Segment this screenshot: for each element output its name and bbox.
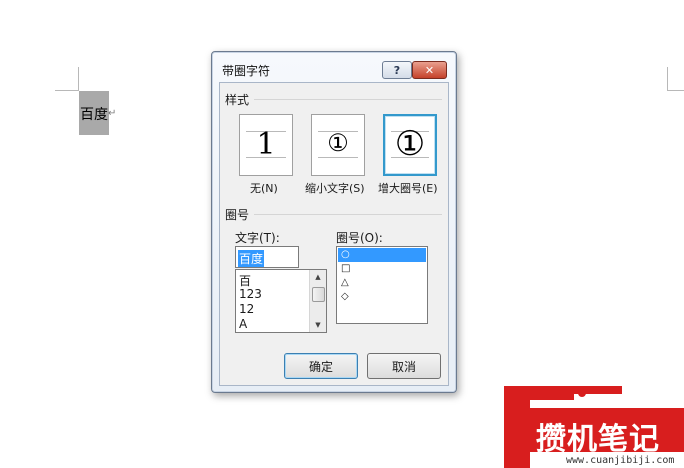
document-selected-text[interactable]: 百度: [80, 104, 108, 124]
ok-button-label: 确定: [308, 359, 333, 374]
paragraph-mark: ↵: [108, 108, 117, 119]
close-icon: ✕: [424, 63, 435, 77]
page-corner-mark-left-vertical: [78, 67, 79, 91]
text-input-value: 百度: [238, 250, 265, 267]
style-option-none[interactable]: 1: [239, 114, 293, 176]
style-guide-bottom: [318, 157, 358, 158]
page-corner-mark-right-horizontal: [667, 90, 684, 91]
ok-button[interactable]: 确定: [284, 353, 358, 379]
style-glyph-shrink: ①: [327, 129, 349, 157]
style-option-enlarge-circle[interactable]: ①: [383, 114, 437, 176]
style-option-shrink-text[interactable]: ①: [311, 114, 365, 176]
watermark-brand-text: 攒机笔记: [536, 422, 660, 457]
text-list-item[interactable]: A: [239, 317, 247, 331]
help-button[interactable]: ?: [382, 61, 412, 79]
watermark-url-text: www.cuanjibiji.com: [566, 455, 675, 466]
circle-group-divider: [254, 214, 442, 215]
help-icon: ?: [393, 63, 401, 77]
style-group-divider: [254, 99, 442, 100]
text-list-item[interactable]: 123: [239, 287, 262, 301]
circle-group-label: 圈号: [225, 208, 250, 222]
scroll-down-arrow-icon[interactable]: ▼: [310, 318, 326, 332]
style-caption-none[interactable]: 无(N): [250, 180, 278, 196]
style-caption-enlarge-circle[interactable]: 增大圈号(E): [378, 180, 438, 196]
shape-list-item-selected[interactable]: ○: [338, 248, 426, 262]
text-field-label: 文字(T):: [235, 231, 280, 245]
cancel-button-label: 取消: [391, 359, 416, 374]
style-caption-shrink-text[interactable]: 缩小文字(S): [305, 180, 365, 196]
cancel-button[interactable]: 取消: [367, 353, 441, 379]
text-list-item[interactable]: 12: [239, 302, 254, 316]
shape-list-item[interactable]: ◇: [338, 290, 426, 304]
shape-list-item[interactable]: □: [338, 262, 426, 276]
enclose-characters-dialog: 带圈字符 ? ✕ 样式 1 ① ① 无(N) 缩小文字(S) 增大圈号(E) 圈…: [211, 51, 457, 393]
shape-list-item[interactable]: △: [338, 276, 426, 290]
shape-list-label: 圈号(O):: [336, 231, 383, 245]
dialog-title: 带圈字符: [222, 64, 271, 78]
text-list-scrollbar[interactable]: ▲ ▼: [309, 270, 326, 332]
scroll-up-arrow-icon[interactable]: ▲: [310, 270, 326, 284]
page-corner-mark-right-vertical: [667, 67, 668, 91]
close-button[interactable]: ✕: [412, 61, 447, 79]
style-glyph-none: 1: [256, 127, 276, 162]
text-listbox[interactable]: 百 123 12 A ▲ ▼: [235, 269, 327, 333]
shape-listbox[interactable]: ○ □ △ ◇: [336, 246, 428, 324]
dialog-titlebar[interactable]: 带圈字符 ? ✕: [212, 52, 456, 82]
style-group-label: 样式: [225, 93, 250, 107]
scroll-thumb[interactable]: [312, 287, 325, 302]
text-input[interactable]: 百度: [235, 246, 299, 268]
style-glyph-enlarge: ①: [394, 124, 426, 164]
page-corner-mark-left-horizontal: [55, 90, 79, 91]
dialog-body: 样式 1 ① ① 无(N) 缩小文字(S) 增大圈号(E) 圈号 文字(T): …: [219, 82, 449, 386]
